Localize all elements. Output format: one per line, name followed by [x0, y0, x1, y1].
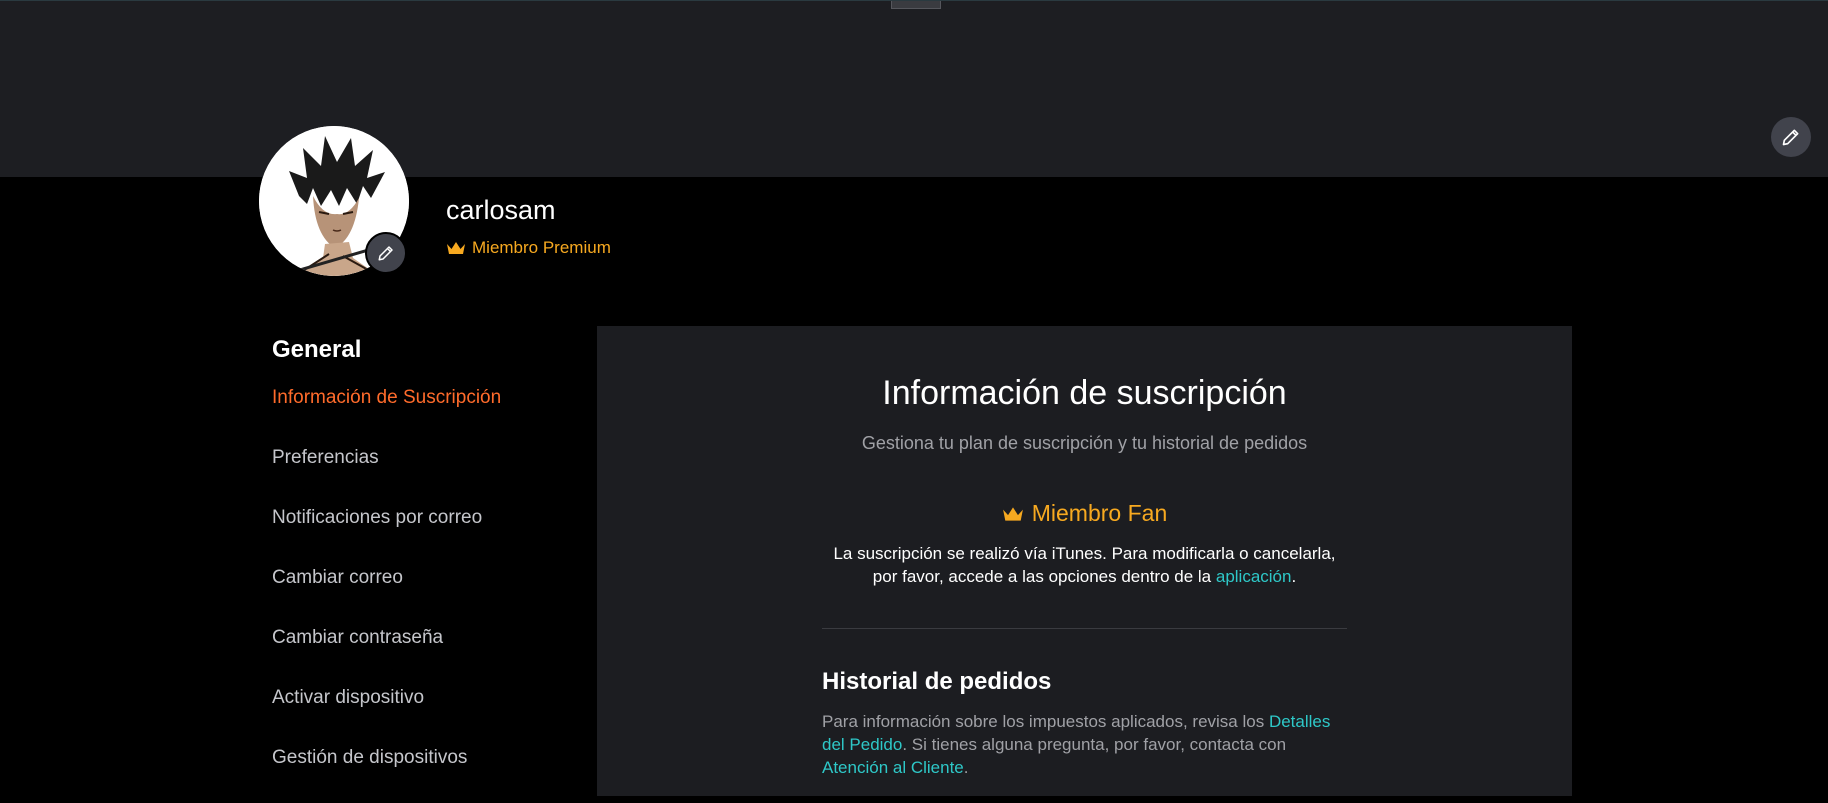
sidebar-item-change-email[interactable]: Cambiar correo: [272, 563, 572, 623]
settings-sidebar: General Información de Suscripción Prefe…: [272, 335, 572, 803]
page-title: Información de suscripción: [882, 374, 1287, 412]
order-history-text: Para información sobre los impuestos apl…: [822, 710, 1347, 779]
plan-description-line1: La suscripción se realizó vía iTunes. Pa…: [833, 544, 1336, 563]
plan-name: Miembro Fan: [597, 500, 1572, 527]
plan-description: La suscripción se realizó vía iTunes. Pa…: [597, 542, 1572, 588]
subscription-panel: Información de suscripción Gestiona tu p…: [597, 326, 1572, 796]
app-link[interactable]: aplicación: [1216, 567, 1292, 586]
plan-description-line2: por favor, accede a las opciones dentro …: [597, 565, 1572, 588]
banner-edit-button[interactable]: [1771, 117, 1811, 157]
page-subtitle: Gestiona tu plan de suscripción y tu his…: [861, 433, 1308, 453]
customer-support-link[interactable]: Atención al Cliente: [822, 758, 964, 777]
sidebar-item-subscription[interactable]: Información de Suscripción: [272, 383, 572, 443]
membership-badge-label: Miembro Premium: [472, 238, 611, 257]
divider: [822, 628, 1347, 629]
sidebar-title: General: [272, 336, 362, 363]
order-history-text-suffix: .: [963, 758, 969, 777]
crown-icon: [447, 242, 465, 254]
pencil-icon: [1782, 129, 1799, 146]
username: carlosam: [446, 195, 556, 225]
pencil-icon: [378, 246, 393, 261]
crown-icon: [1002, 506, 1023, 521]
sidebar-item-device-management[interactable]: Gestión de dispositivos: [272, 743, 572, 803]
banner-drag-handle[interactable]: [891, 1, 941, 9]
order-history-text-middle: . Si tienes alguna pregunta, por favor, …: [902, 735, 1287, 754]
profile-banner: [0, 0, 1828, 177]
plan-name-label: Miembro Fan: [1031, 500, 1168, 526]
order-history-text-prefix: Para información sobre los impuestos apl…: [822, 712, 1269, 731]
sidebar-item-change-password[interactable]: Cambiar contraseña: [272, 623, 572, 683]
sidebar-item-preferences[interactable]: Preferencias: [272, 443, 572, 503]
plan-description-text: por favor, accede a las opciones dentro …: [872, 567, 1216, 586]
plan-description-suffix: .: [1291, 567, 1297, 586]
sidebar-item-activate-device[interactable]: Activar dispositivo: [272, 683, 572, 743]
sidebar-item-email-notifications[interactable]: Notificaciones por correo: [272, 503, 572, 563]
avatar-edit-button[interactable]: [365, 232, 407, 274]
membership-badge: Miembro Premium: [446, 238, 611, 258]
order-history-title: Historial de pedidos: [822, 668, 1052, 695]
